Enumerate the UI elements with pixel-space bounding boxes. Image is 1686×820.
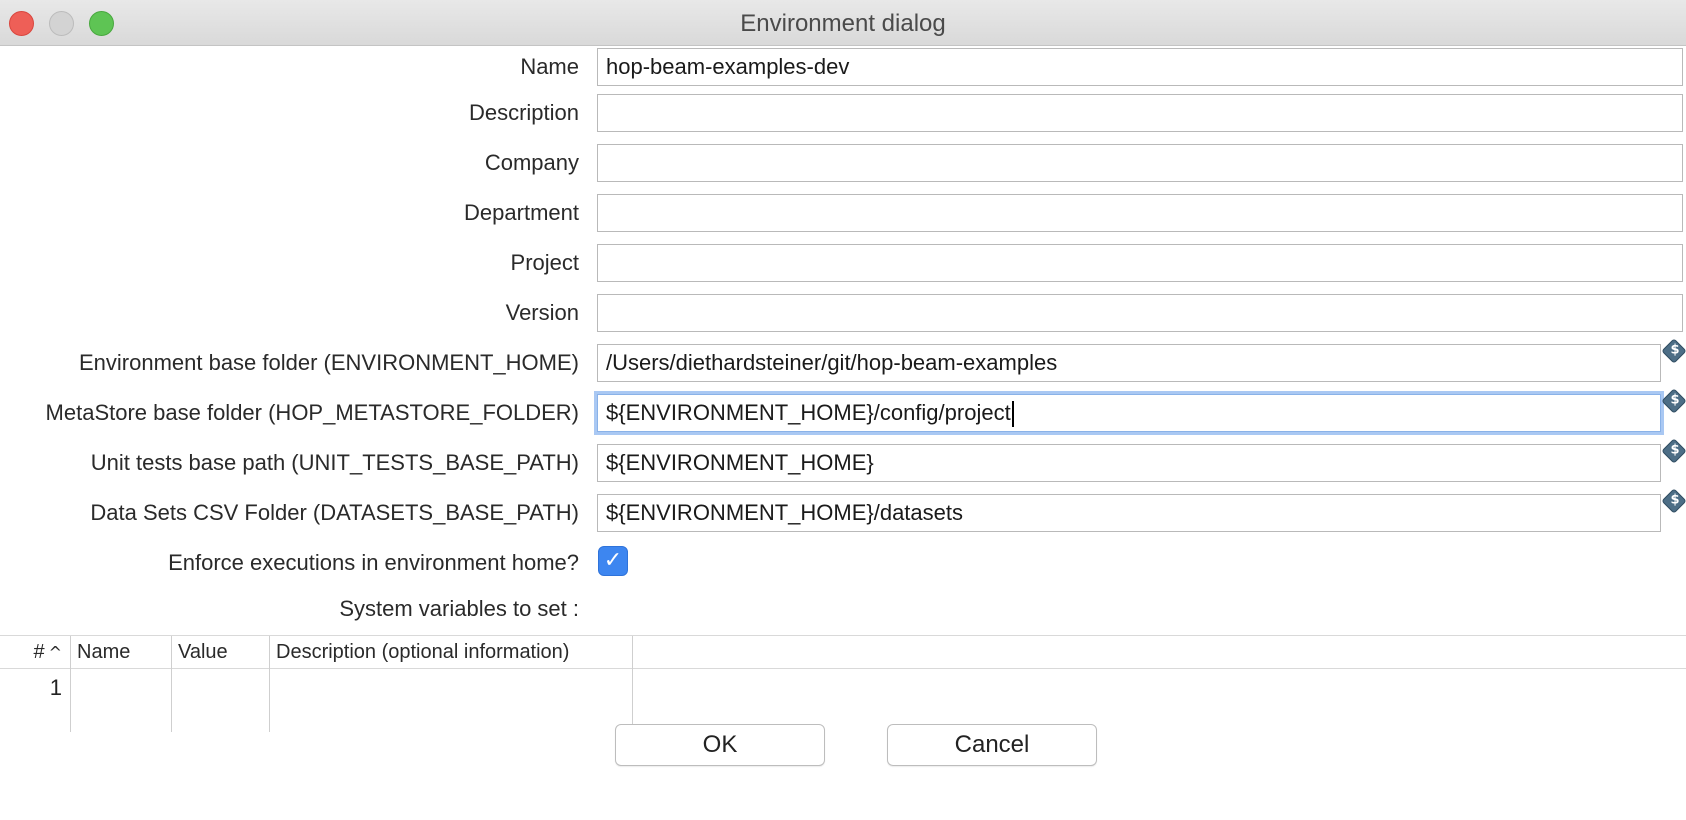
system-variables-row: System variables to set :: [0, 588, 1686, 630]
enforce-row: Enforce executions in environment home? …: [0, 542, 1686, 584]
variable-dollar-icon[interactable]: $: [1661, 438, 1686, 464]
environment-dialog-window: Environment dialog Name hop-beam-example…: [0, 0, 1686, 820]
name-cell[interactable]: [71, 669, 172, 732]
version-row: Version: [0, 292, 1686, 334]
value-cell[interactable]: [172, 669, 270, 732]
window-title: Environment dialog: [740, 10, 946, 37]
description-input[interactable]: [597, 94, 1683, 132]
environment-home-label: Environment base folder (ENVIRONMENT_HOM…: [78, 350, 579, 375]
row-number-cell: 1: [0, 669, 71, 732]
table-header: # ^ Name Value Description (optional info…: [0, 635, 1686, 669]
department-row: Department: [0, 192, 1686, 234]
unit-tests-path-input[interactable]: ${ENVIRONMENT_HOME}: [597, 444, 1661, 482]
metastore-folder-label: MetaStore base folder (HOP_METASTORE_FOL…: [45, 400, 579, 425]
variable-dollar-icon[interactable]: $: [1661, 338, 1686, 364]
column-header-num[interactable]: # ^: [0, 636, 71, 669]
version-input[interactable]: [597, 294, 1683, 332]
enforce-label: Enforce executions in environment home?: [168, 550, 579, 575]
column-header-value[interactable]: Value: [172, 636, 270, 669]
description-cell[interactable]: [270, 669, 633, 732]
project-input[interactable]: [597, 244, 1683, 282]
datasets-path-row: Data Sets CSV Folder (DATASETS_BASE_PATH…: [0, 488, 1686, 534]
metastore-folder-input[interactable]: ${ENVIRONMENT_HOME}/config/project: [597, 394, 1661, 432]
cancel-button[interactable]: Cancel: [887, 724, 1097, 766]
name-input[interactable]: hop-beam-examples-dev: [597, 48, 1683, 86]
text-caret: [1011, 401, 1014, 428]
column-header-name[interactable]: Name: [71, 636, 172, 669]
company-row: Company: [0, 142, 1686, 184]
datasets-path-label: Data Sets CSV Folder (DATASETS_BASE_PATH…: [90, 500, 579, 525]
column-header-description[interactable]: Description (optional information): [270, 636, 633, 669]
company-input[interactable]: [597, 144, 1683, 182]
description-label: Description: [468, 100, 579, 125]
system-variables-label: System variables to set :: [339, 596, 579, 621]
title-bar: Environment dialog: [0, 0, 1686, 46]
unit-tests-path-label: Unit tests base path (UNIT_TESTS_BASE_PA…: [90, 450, 579, 475]
version-label: Version: [505, 300, 579, 325]
unit-tests-path-row: Unit tests base path (UNIT_TESTS_BASE_PA…: [0, 438, 1686, 484]
variable-dollar-icon[interactable]: $: [1661, 388, 1686, 414]
chevron-up-icon: ^: [48, 643, 62, 662]
company-label: Company: [484, 150, 579, 175]
project-label: Project: [510, 250, 579, 275]
datasets-path-input[interactable]: ${ENVIRONMENT_HOME}/datasets: [597, 494, 1661, 532]
description-row: Description: [0, 92, 1686, 134]
enforce-checkbox[interactable]: ✓: [598, 546, 628, 576]
table-row: 1: [0, 669, 1686, 732]
department-label: Department: [464, 200, 579, 225]
system-variables-table: # ^ Name Value Description (optional info…: [0, 635, 1686, 783]
ok-button[interactable]: OK: [615, 724, 825, 766]
variable-dollar-icon[interactable]: $: [1661, 488, 1686, 514]
metastore-folder-value: ${ENVIRONMENT_HOME}/config/project: [606, 400, 1011, 425]
name-label: Name: [520, 54, 579, 79]
environment-home-input[interactable]: /Users/diethardsteiner/git/hop-beam-exam…: [597, 344, 1661, 382]
dialog-content: Name hop-beam-examples-dev Description C…: [0, 46, 1686, 820]
project-row: Project: [0, 242, 1686, 284]
metastore-folder-row: MetaStore base folder (HOP_METASTORE_FOL…: [0, 388, 1686, 434]
environment-home-row: Environment base folder (ENVIRONMENT_HOM…: [0, 338, 1686, 384]
department-input[interactable]: [597, 194, 1683, 232]
name-row: Name hop-beam-examples-dev: [0, 46, 1686, 88]
